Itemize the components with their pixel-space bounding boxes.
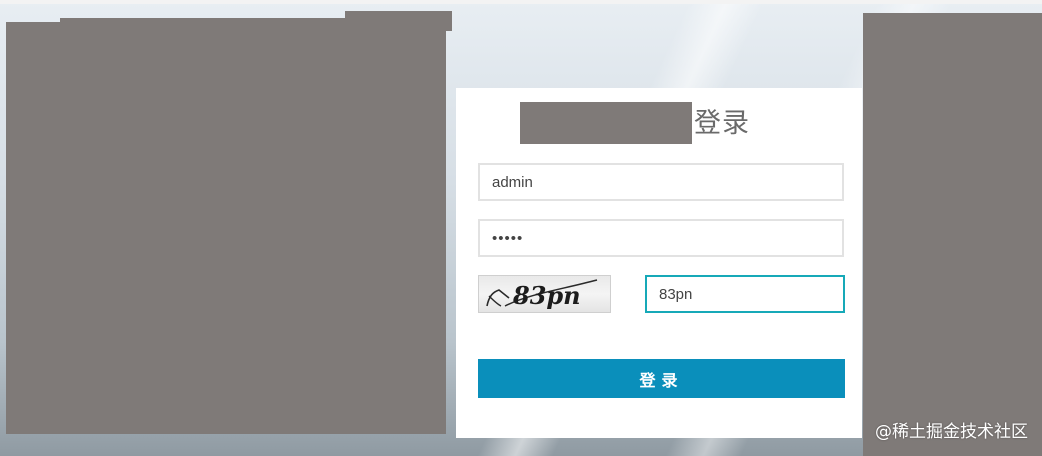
- redacted-area-left-tab: [345, 11, 452, 31]
- login-title: 登录: [694, 108, 750, 138]
- captcha-input[interactable]: [645, 275, 845, 313]
- redacted-area-left: [6, 22, 446, 434]
- password-input[interactable]: [478, 219, 844, 257]
- redacted-system-name: [520, 102, 692, 144]
- login-title-row: 登录: [520, 102, 750, 144]
- login-panel: 登录 83pn 登录: [456, 88, 862, 438]
- top-border: [0, 0, 1042, 4]
- username-input[interactable]: [478, 163, 844, 201]
- redacted-area-right: [863, 13, 1042, 456]
- captcha-text: 83pn: [512, 281, 581, 310]
- login-button[interactable]: 登录: [478, 359, 845, 398]
- watermark: @稀土掘金技术社区: [875, 422, 1028, 442]
- captcha-image[interactable]: 83pn: [478, 275, 611, 313]
